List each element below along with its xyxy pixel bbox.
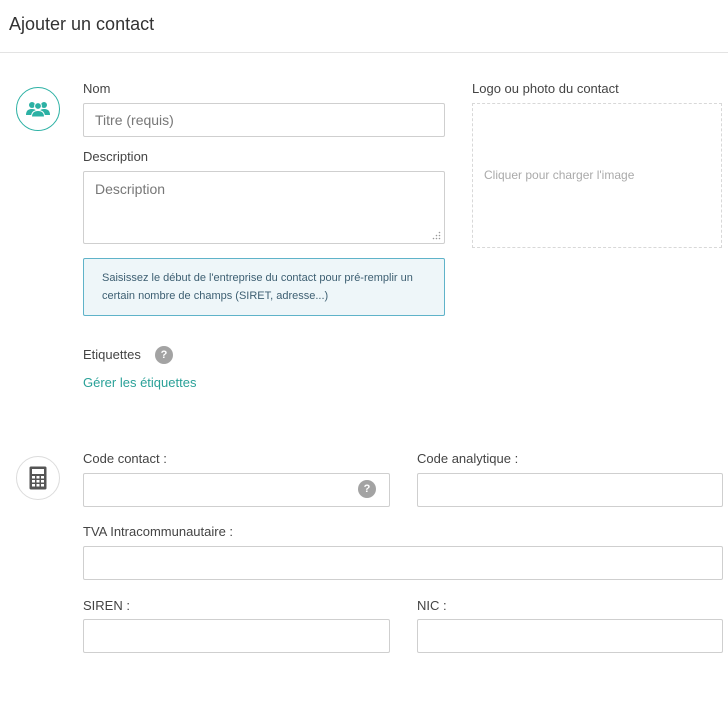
nom-label: Nom [83,81,111,96]
description-label: Description [83,149,149,164]
code-contact-label: Code contact : [83,451,167,466]
resize-grip-icon[interactable] [432,231,441,240]
page-header: Ajouter un contact [0,0,728,53]
users-group-icon [26,102,50,118]
description-textarea[interactable] [83,171,445,244]
contact-section-icon [16,87,60,131]
identifiers-section-icon [16,456,60,500]
upload-hint: Cliquer pour charger l'image [484,168,635,182]
info-text: Saisissez le début de l'entreprise du co… [102,272,413,302]
page-title: Ajouter un contact [9,14,155,34]
code-analytique-label: Code analytique : [417,451,519,466]
code-contact-help-icon[interactable]: ? [358,480,376,498]
nic-input[interactable] [417,619,723,653]
nic-label: NIC : [417,598,447,613]
code-contact-input[interactable] [83,473,390,507]
siren-input[interactable] [83,619,390,653]
code-analytique-input[interactable] [417,473,723,507]
manage-tags-link[interactable]: Gérer les étiquettes [83,375,196,390]
tva-input[interactable] [83,546,723,580]
calculator-icon [29,466,47,490]
nom-input[interactable] [83,103,445,137]
logo-label: Logo ou photo du contact [472,81,619,96]
tva-label: TVA Intracommunautaire : [83,524,234,539]
company-autofill-info: Saisissez le début de l'entreprise du co… [83,258,445,316]
siren-label: SIREN : [83,598,130,613]
logo-upload-area[interactable]: Cliquer pour charger l'image [472,103,722,248]
etiquettes-label: Etiquettes [83,347,141,362]
etiquettes-help-icon[interactable]: ? [155,346,173,364]
